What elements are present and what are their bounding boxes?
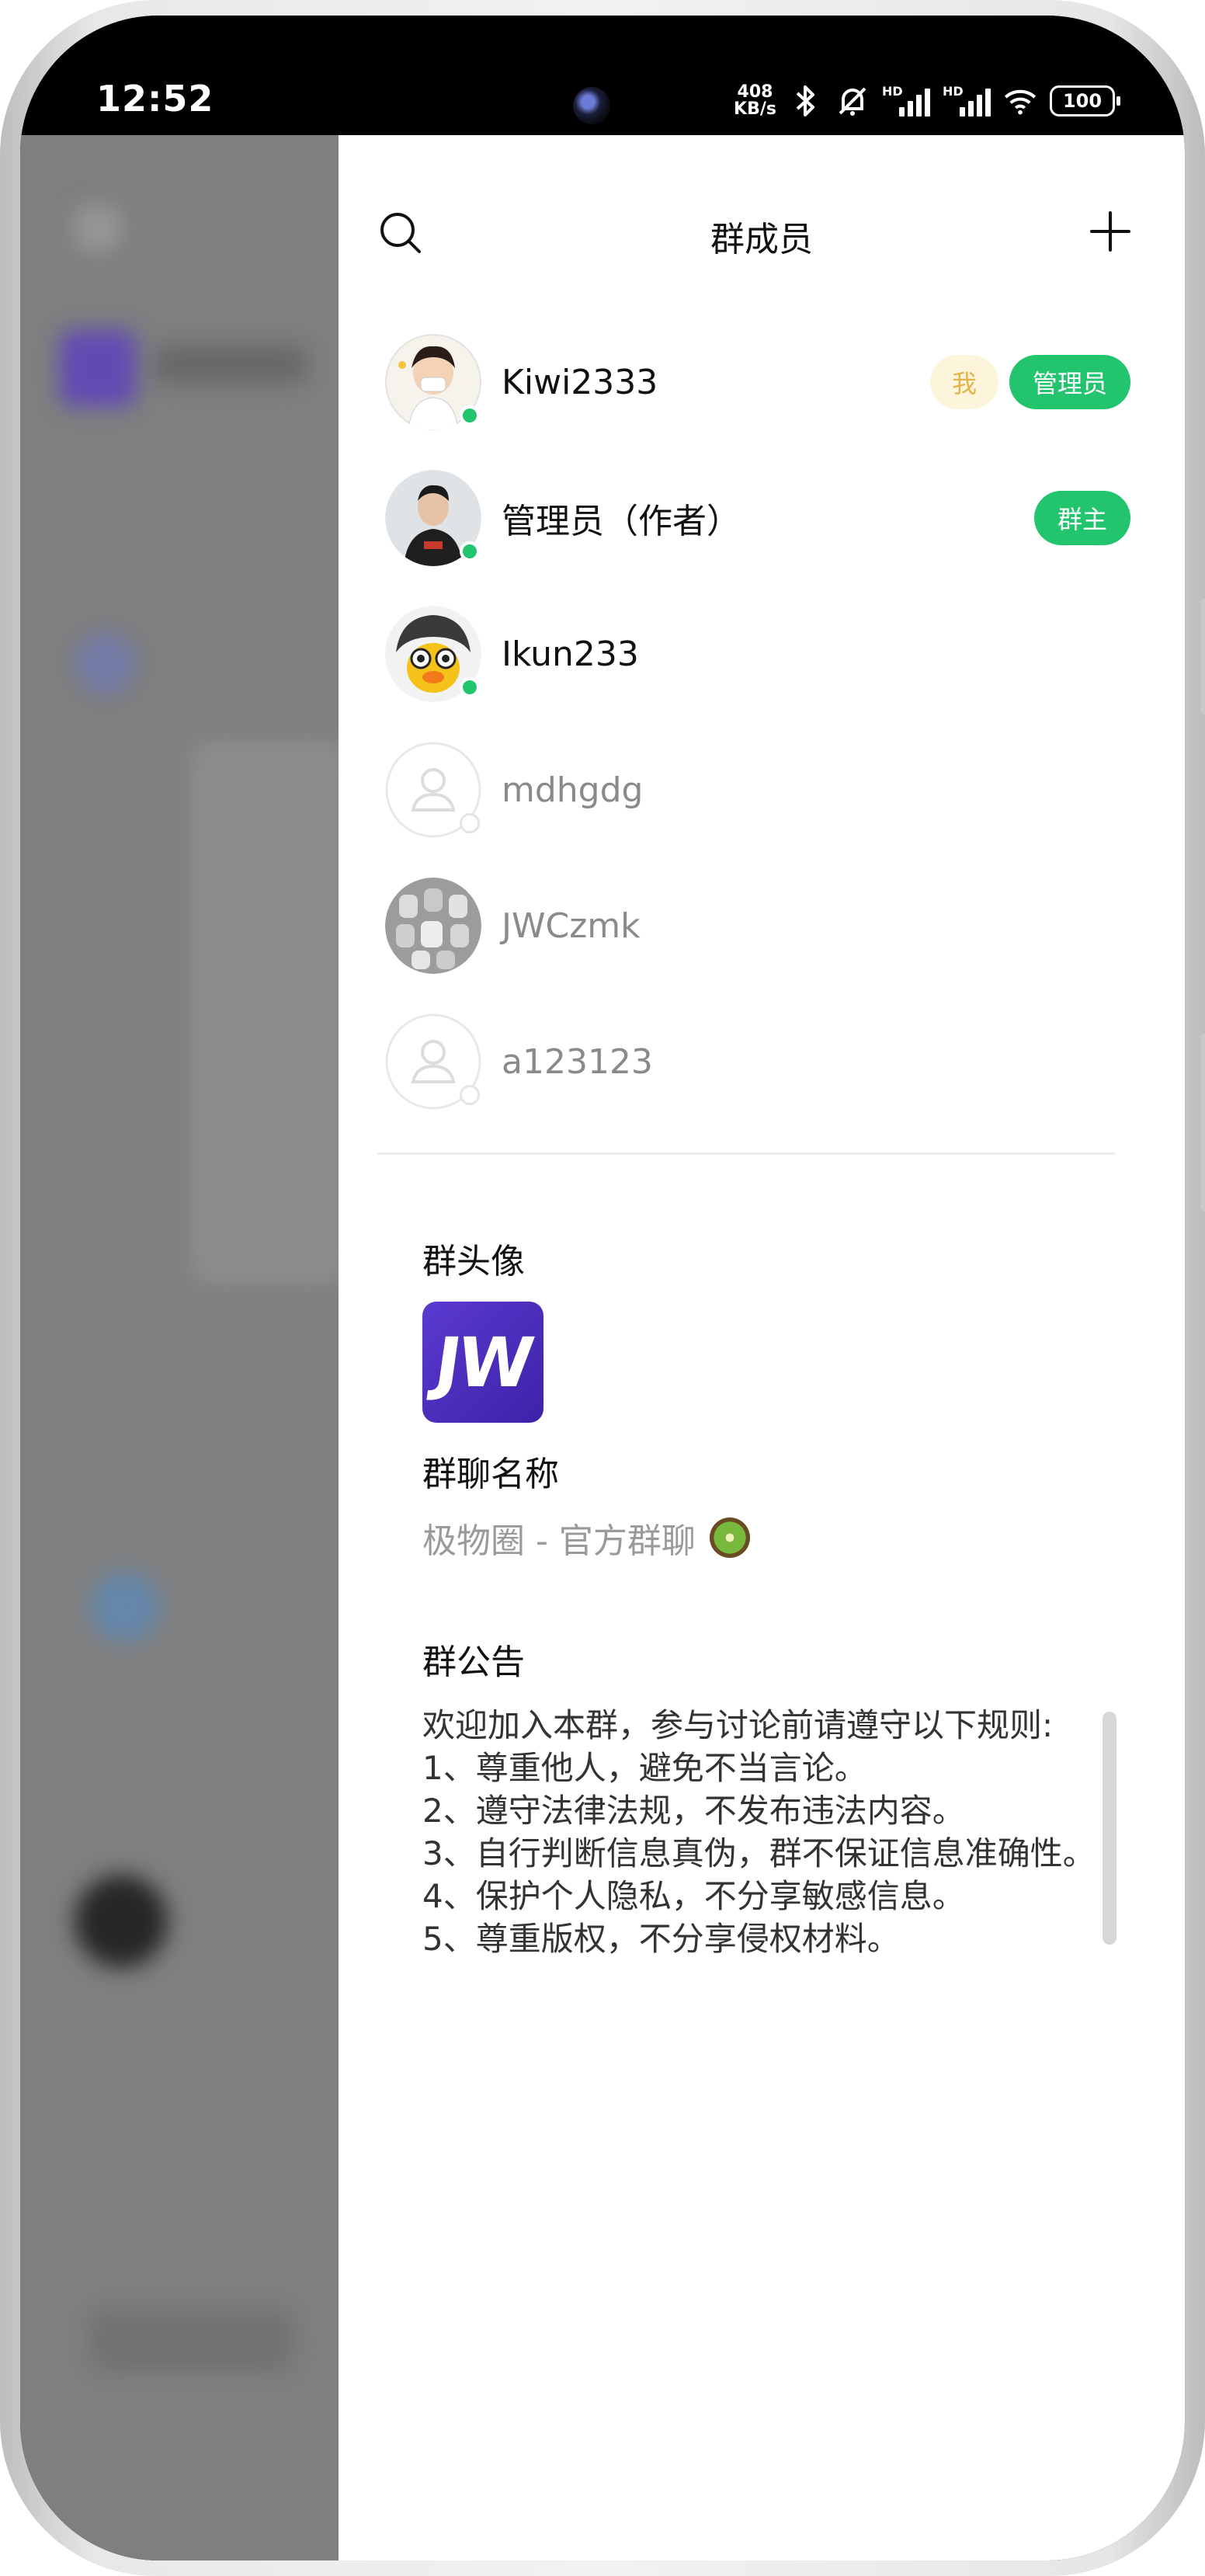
status-bar: 12:52 408 KB/s HD HD 100 — [20, 16, 1185, 135]
wifi-icon — [1003, 84, 1037, 118]
online-status-dot — [460, 405, 480, 426]
role-badge: 管理员 — [1009, 355, 1130, 409]
signal-2-label: HD — [943, 84, 964, 99]
drawer-header: 群成员 — [339, 135, 1185, 290]
member-name: 管理员（作者） — [502, 502, 741, 541]
net-speed-unit: KB/s — [734, 99, 776, 119]
status-time: 12:52 — [96, 78, 214, 120]
mute-bell-icon — [835, 84, 870, 118]
net-speed: 408 KB/s — [734, 84, 776, 118]
group-avatar-label: 群头像 — [422, 1242, 525, 1281]
member-name: Kiwi2333 — [502, 362, 658, 402]
signal-1-icon: HD — [882, 84, 930, 116]
member-row[interactable]: mdhgdg — [385, 735, 1130, 844]
status-icons: 408 KB/s HD HD 100 — [734, 79, 1120, 123]
offline-status-dot — [460, 1085, 480, 1105]
kiwi-emoji-icon — [709, 1517, 750, 1558]
member-name: Ikun233 — [502, 634, 639, 674]
section-divider — [377, 1152, 1115, 1155]
member-name: a123123 — [502, 1041, 653, 1082]
role-badge: 群主 — [1033, 491, 1130, 545]
drawer-title: 群成员 — [710, 220, 813, 259]
signal-1-label: HD — [882, 84, 903, 99]
me-badge: 我 — [929, 355, 998, 409]
member-row[interactable]: Ikun233 — [385, 600, 1130, 708]
signal-2-icon: HD — [943, 84, 991, 116]
battery-level: 100 — [1062, 90, 1103, 112]
avatar[interactable] — [385, 878, 481, 974]
group-name-text: 极物圈 - 官方群聊 — [422, 1521, 696, 1561]
member-row[interactable]: a123123 — [385, 1007, 1130, 1116]
battery-icon: 100 — [1050, 85, 1120, 116]
group-name[interactable]: 极物圈 - 官方群聊 — [422, 1513, 750, 1563]
group-notice-text[interactable]: 欢迎加入本群，参与讨论前请遵守以下规则: 1、尊重他人，避免不当言论。 2、遵守… — [422, 1704, 1121, 2061]
group-members-drawer: 群成员 Kiwi2333 我 管理员 管理员（作者） 群主 Ikun233 md… — [339, 135, 1185, 2560]
group-name-label: 群聊名称 — [422, 1455, 559, 1494]
screen: 12:52 408 KB/s HD HD 100 群成员 Kiwi2333 我 … — [20, 16, 1185, 2560]
phone-frame: 12:52 408 KB/s HD HD 100 群成员 Kiwi2333 我 … — [0, 0, 1205, 2576]
offline-status-dot — [460, 813, 480, 833]
avatar[interactable] — [385, 1013, 481, 1110]
net-speed-value: 408 — [737, 82, 773, 102]
member-name: mdhgdg — [502, 770, 644, 810]
member-row[interactable]: Kiwi2333 我 管理员 — [385, 328, 1130, 436]
online-status-dot — [460, 541, 480, 561]
avatar[interactable] — [385, 606, 481, 702]
member-row[interactable]: 管理员（作者） 群主 — [385, 464, 1130, 572]
bluetooth-icon — [789, 84, 823, 118]
add-member-icon[interactable] — [1089, 210, 1132, 253]
avatar[interactable] — [385, 334, 481, 430]
power-button — [1200, 1033, 1205, 1212]
group-avatar-text: JW — [429, 1322, 537, 1403]
avatar[interactable] — [385, 742, 481, 838]
volume-button — [1200, 598, 1205, 714]
online-status-dot — [460, 677, 480, 697]
notice-scrollbar[interactable] — [1103, 1712, 1116, 1945]
group-notice-label: 群公告 — [422, 1643, 525, 1682]
group-avatar[interactable]: JW — [422, 1302, 543, 1423]
member-name: JWCzmk — [502, 906, 641, 946]
avatar[interactable] — [385, 470, 481, 566]
member-row[interactable]: JWCzmk — [385, 871, 1130, 980]
front-camera — [573, 87, 610, 124]
